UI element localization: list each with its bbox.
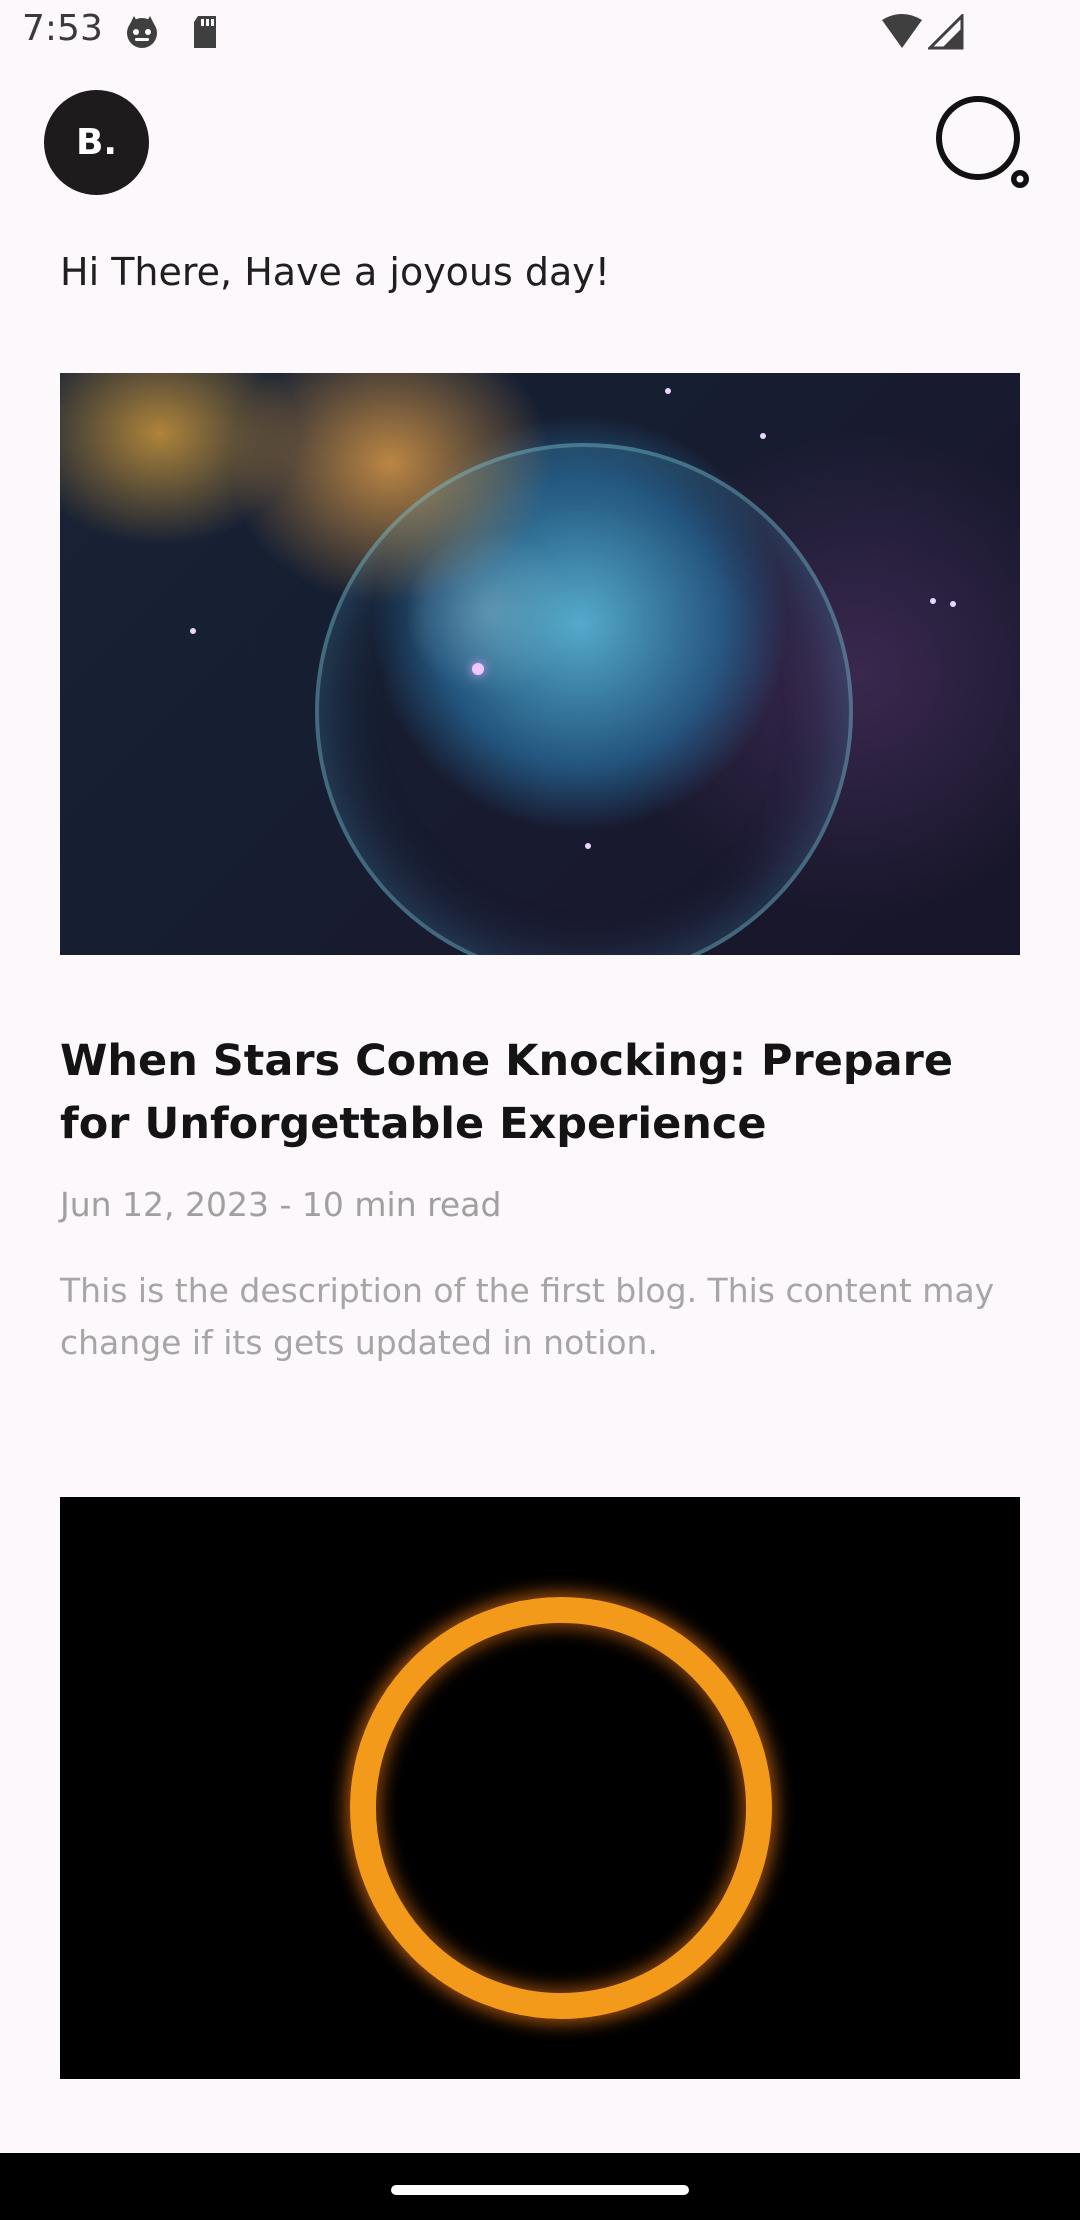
post-description: This is the description of the first blo… — [60, 1271, 995, 1362]
cell-signal-icon — [926, 12, 964, 55]
post-meta: Jun 12, 2023 - 10 min read — [60, 1185, 502, 1224]
status-bar: 7:53 — [0, 0, 1080, 66]
sd-card-icon — [190, 14, 220, 55]
home-gesture-handle[interactable] — [391, 2185, 689, 2195]
search-icon — [936, 96, 1029, 188]
post-image-fire-ring[interactable] — [60, 1497, 1020, 2079]
star — [585, 843, 591, 849]
wifi-icon — [880, 14, 924, 55]
star — [190, 628, 196, 634]
top-app-bar: B. — [0, 66, 1080, 226]
cat-notification-icon — [124, 14, 160, 55]
logo-text: B. — [75, 122, 118, 163]
fire-ring — [350, 1597, 772, 2019]
greeting-text: Hi There, Have a joyous day! — [60, 250, 611, 294]
status-time: 7:53 — [22, 8, 103, 49]
search-button[interactable] — [930, 92, 1040, 202]
navigation-bar — [0, 2153, 1080, 2220]
star — [665, 388, 671, 394]
star — [472, 663, 484, 675]
logo[interactable]: B. — [44, 90, 149, 195]
star — [950, 601, 956, 607]
nebula-bubble — [315, 443, 853, 955]
post-title[interactable]: When Stars Come Knocking: Prepare for Un… — [60, 1030, 1020, 1156]
post-image-nebula[interactable] — [60, 373, 1020, 955]
star — [930, 598, 936, 604]
star — [760, 433, 766, 439]
